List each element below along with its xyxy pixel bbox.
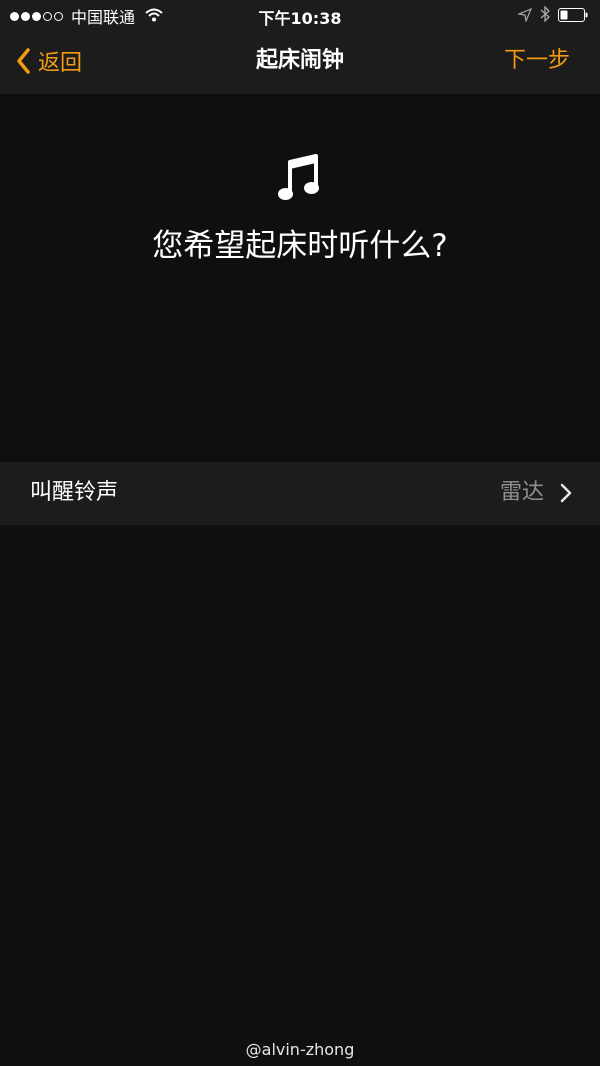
chevron-right-icon bbox=[560, 483, 572, 503]
prompt-text: 您希望起床时听什么? bbox=[152, 228, 448, 264]
row-value: 雷达 bbox=[499, 480, 544, 505]
next-button[interactable]: 下一步 bbox=[504, 46, 570, 76]
nav-bar: 返回 起床闹钟 下一步 bbox=[0, 32, 600, 94]
battery-icon bbox=[550, 7, 588, 26]
music-note-icon bbox=[278, 154, 322, 204]
status-right bbox=[510, 5, 588, 26]
status-bar: 中国联通 下午10:38 bbox=[0, 0, 600, 32]
back-label: 返回 bbox=[38, 51, 83, 76]
bluetooth-icon bbox=[532, 5, 550, 26]
wake-ringtone-row[interactable]: 叫醒铃声 雷达 bbox=[0, 462, 600, 525]
back-button[interactable]: 返回 bbox=[16, 46, 82, 76]
row-label: 叫醒铃声 bbox=[30, 480, 119, 505]
watermark: @alvin-zhong bbox=[245, 1040, 355, 1059]
location-arrow-icon bbox=[510, 7, 533, 26]
chevron-left-icon bbox=[17, 48, 30, 74]
page-title: 起床闹钟 bbox=[255, 48, 344, 73]
